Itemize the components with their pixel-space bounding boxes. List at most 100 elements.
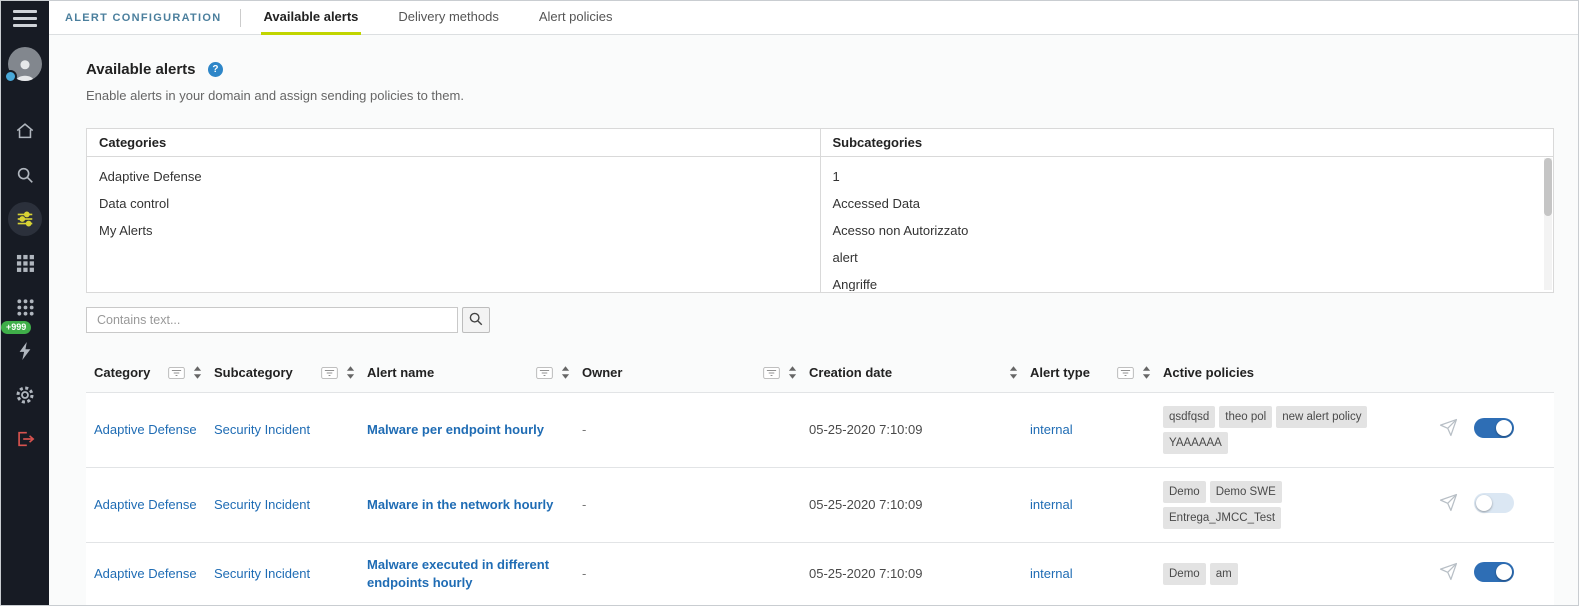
section-subtitle: Enable alerts in your domain and assign … (86, 88, 464, 103)
column-header-creation-date[interactable]: Creation date (809, 353, 1030, 393)
alert-name-link[interactable]: Malware executed in different endpoints … (367, 557, 549, 590)
category-item[interactable]: Adaptive Defense (87, 163, 820, 190)
subcategory-item[interactable]: 1 (821, 163, 1554, 190)
tab-available-alerts[interactable]: Available alerts (260, 1, 362, 35)
policy-tag[interactable]: am (1209, 563, 1238, 585)
creation-date-value: 05-25-2020 7:10:09 (809, 497, 923, 512)
alert-name-link[interactable]: Malware per endpoint hourly (367, 422, 544, 437)
search-row (86, 307, 1554, 333)
category-link[interactable]: Adaptive Defense (94, 566, 197, 581)
active-policies-tags: qsdfqsd theo pol new alert policy YAAAAA… (1163, 406, 1373, 454)
subcategory-item[interactable]: Accessed Data (821, 190, 1554, 217)
creation-date-value: 05-25-2020 7:10:09 (809, 422, 923, 437)
category-item[interactable]: Data control (87, 190, 820, 217)
home-icon[interactable] (3, 109, 47, 153)
column-header-toggle (1474, 353, 1554, 393)
alert-enabled-toggle[interactable] (1474, 561, 1514, 582)
filter-icon[interactable] (536, 366, 553, 379)
help-icon[interactable]: ? (207, 62, 223, 78)
alert-name-link[interactable]: Malware in the network hourly (367, 497, 553, 512)
policy-tag[interactable]: qsdfqsd (1163, 406, 1216, 428)
section-title: Available alerts (86, 61, 196, 79)
sort-icon[interactable] (561, 366, 570, 379)
alert-enabled-toggle[interactable] (1474, 492, 1514, 513)
categories-panel: Categories Adaptive Defense Data control… (86, 128, 1554, 293)
subcategories-scrollbar[interactable] (1544, 158, 1552, 290)
subcategory-item[interactable]: Angriffe (821, 271, 1554, 291)
policy-tag[interactable]: Demo (1163, 481, 1206, 503)
policy-tag[interactable]: YAAAAAA (1163, 432, 1228, 454)
alert-type-link[interactable]: internal (1030, 566, 1073, 581)
column-header-owner[interactable]: Owner (582, 353, 809, 393)
table-row: Adaptive Defense Security Incident Malwa… (86, 392, 1554, 468)
sort-icon[interactable] (1142, 366, 1151, 379)
sort-icon[interactable] (346, 366, 355, 379)
column-header-alert-name[interactable]: Alert name (367, 353, 582, 393)
tab-alert-policies[interactable]: Alert policies (536, 1, 616, 35)
page-title: ALERT CONFIGURATION (65, 11, 222, 24)
category-link[interactable]: Adaptive Defense (94, 422, 197, 437)
categories-header: Categories (87, 129, 820, 157)
search-magnifier-icon (468, 311, 484, 330)
subcategory-item[interactable]: Acesso non Autorizzato (821, 217, 1554, 244)
column-header-alert-type[interactable]: Alert type (1030, 353, 1163, 393)
sort-icon[interactable] (193, 366, 202, 379)
apps-grid-icon[interactable] (3, 241, 47, 285)
app-window: +999 ALERT CONFIGURATION Available alert… (0, 0, 1579, 606)
owner-value: - (582, 422, 587, 437)
subcategory-link[interactable]: Security Incident (214, 566, 310, 581)
toggle-knob (1496, 419, 1512, 436)
tab-delivery-methods[interactable]: Delivery methods (395, 1, 501, 35)
tab-bar: Available alerts Delivery methods Alert … (260, 1, 650, 35)
search-input[interactable] (86, 307, 458, 333)
subcategory-link[interactable]: Security Incident (214, 497, 310, 512)
sort-icon[interactable] (788, 366, 797, 379)
filter-icon[interactable] (1117, 366, 1134, 379)
subcategories-column: Subcategories 1 Accessed Data Acesso non… (820, 129, 1554, 292)
notifications-icon[interactable]: +999 (1, 321, 47, 373)
policy-tag[interactable]: Demo SWE (1209, 481, 1282, 503)
filter-icon[interactable] (168, 366, 185, 379)
filter-icon[interactable] (321, 366, 338, 379)
subcategory-item[interactable]: alert (821, 244, 1554, 271)
column-header-category[interactable]: Category (86, 353, 214, 393)
table-row: Adaptive Defense Security Incident Malwa… (86, 467, 1554, 543)
send-test-icon[interactable] (1439, 562, 1458, 584)
send-test-icon[interactable] (1439, 493, 1458, 515)
toggle-knob (1476, 494, 1492, 511)
title-divider (239, 8, 241, 27)
scrollbar-thumb[interactable] (1544, 158, 1552, 216)
search-icon[interactable] (3, 153, 47, 197)
avatar-status-badge (4, 70, 17, 83)
alert-type-link[interactable]: internal (1030, 497, 1073, 512)
policy-tag[interactable]: Demo (1163, 563, 1206, 585)
category-link[interactable]: Adaptive Defense (94, 497, 197, 512)
active-icon-highlight (8, 202, 42, 236)
active-policies-tags: Demo Demo SWE Entrega_JMCC_Test (1163, 481, 1373, 529)
category-item[interactable]: My Alerts (87, 217, 820, 244)
policy-tag[interactable]: Entrega_JMCC_Test (1163, 507, 1282, 529)
alert-enabled-toggle[interactable] (1474, 417, 1514, 438)
send-test-icon[interactable] (1439, 418, 1458, 440)
filter-icon[interactable] (763, 366, 780, 379)
top-bar: ALERT CONFIGURATION Available alerts Del… (49, 1, 1578, 35)
search-button[interactable] (462, 307, 490, 333)
toggle-knob (1496, 563, 1512, 580)
sidebar: +999 (1, 1, 49, 605)
hamburger-menu-icon[interactable] (1, 1, 49, 35)
table-header-row: Category Subcategory Alert name Owner Cr… (86, 353, 1554, 393)
gear-icon[interactable] (3, 373, 47, 417)
sort-icon[interactable] (1009, 366, 1018, 379)
avatar[interactable] (4, 47, 42, 83)
main-area: ALERT CONFIGURATION Available alerts Del… (49, 1, 1578, 605)
policy-tag[interactable]: new alert policy (1276, 406, 1368, 428)
owner-value: - (582, 566, 587, 581)
column-header-subcategory[interactable]: Subcategory (214, 353, 367, 393)
subcategory-link[interactable]: Security Incident (214, 422, 310, 437)
notifications-count-badge: +999 (1, 321, 32, 334)
policy-tag[interactable]: theo pol (1219, 406, 1273, 428)
logout-icon[interactable] (3, 417, 47, 461)
alert-type-link[interactable]: internal (1030, 422, 1073, 437)
alert-settings-sliders-icon[interactable] (3, 197, 47, 241)
subcategories-list: 1 Accessed Data Acesso non Autorizzato a… (821, 157, 1554, 291)
